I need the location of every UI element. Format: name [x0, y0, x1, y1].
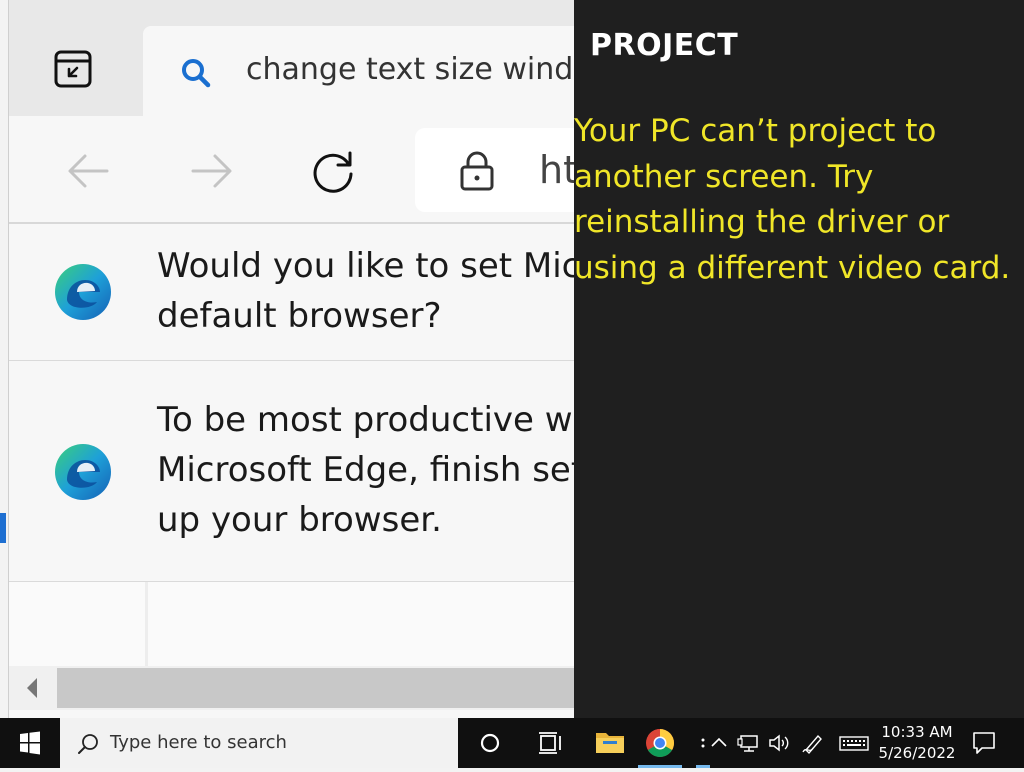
network-icon[interactable] — [736, 730, 762, 756]
pen-icon[interactable] — [800, 730, 826, 756]
active-tab[interactable]: change text size windo — [143, 26, 575, 116]
taskbar-search-box[interactable]: Type here to search — [60, 718, 458, 768]
keyboard-icon[interactable] — [838, 730, 870, 756]
message-line: Your PC can’t project to — [574, 113, 937, 149]
start-button[interactable] — [0, 718, 60, 768]
scrollbar-thumb[interactable] — [57, 668, 575, 708]
side-accent — [0, 513, 6, 543]
message-line: using a different video card. — [574, 249, 1011, 286]
back-button[interactable] — [63, 146, 113, 196]
search-icon — [76, 732, 100, 756]
tab-strip: change text size windo — [9, 0, 575, 116]
edge-browser-window: change text size windo ht Would you like… — [8, 0, 575, 718]
url-text: ht — [539, 148, 575, 192]
volume-icon[interactable] — [766, 730, 792, 756]
lock-icon — [459, 150, 495, 192]
clock-time: 10:33 AM — [881, 723, 953, 741]
panel-title: PROJECT — [590, 28, 739, 63]
notification-text: To be most productive wit Microsoft Edge… — [157, 395, 575, 545]
tab-title: change text size windo — [246, 52, 575, 87]
clock-date: 5/26/2022 — [878, 744, 956, 762]
notification-line: To be most productive wit — [157, 400, 575, 440]
cortana-icon[interactable] — [466, 718, 514, 768]
show-hidden-icons-icon[interactable] — [708, 730, 730, 756]
tab-actions-icon[interactable] — [53, 48, 93, 90]
notification-text: Would you like to set Micr default brows… — [157, 241, 575, 341]
project-panel: PROJECT Your PC can’t project to another… — [574, 0, 1024, 718]
clock[interactable]: 10:33 AM 5/26/2022 — [872, 722, 962, 764]
action-center-icon[interactable] — [968, 728, 1000, 758]
edge-logo-icon — [53, 442, 113, 502]
file-explorer-icon[interactable] — [586, 718, 634, 768]
notification-line: up your browser. — [157, 500, 442, 540]
notification-line: Microsoft Edge, finish sett — [157, 450, 575, 490]
task-view-icon[interactable] — [526, 718, 574, 768]
project-error-message: Your PC can’t project to another screen.… — [574, 109, 1024, 291]
message-line: another screen. Try — [574, 158, 874, 195]
scroll-left-arrow-icon[interactable] — [23, 676, 43, 700]
search-icon — [179, 56, 213, 90]
page-content-area — [9, 582, 575, 666]
notification-line: Would you like to set Micr — [157, 246, 575, 286]
search-placeholder: Type here to search — [110, 732, 287, 753]
finish-setup-notification[interactable]: To be most productive wit Microsoft Edge… — [9, 361, 575, 582]
address-bar[interactable]: ht — [415, 128, 575, 212]
default-browser-notification[interactable]: Would you like to set Micr default brows… — [9, 225, 575, 361]
edge-logo-icon — [53, 262, 113, 322]
divider — [145, 582, 148, 666]
notification-line: default browser? — [157, 296, 442, 336]
forward-button[interactable] — [187, 146, 237, 196]
overflow-dots-icon — [696, 730, 710, 768]
message-line: reinstalling the driver or — [574, 204, 950, 240]
taskbar: Type here to search 10:33 AM 5/26/2022 — [0, 718, 1024, 768]
horizontal-scrollbar[interactable] — [9, 666, 575, 710]
refresh-button[interactable] — [309, 146, 359, 196]
browser-toolbar: ht — [9, 116, 575, 224]
chrome-icon[interactable] — [636, 718, 684, 768]
